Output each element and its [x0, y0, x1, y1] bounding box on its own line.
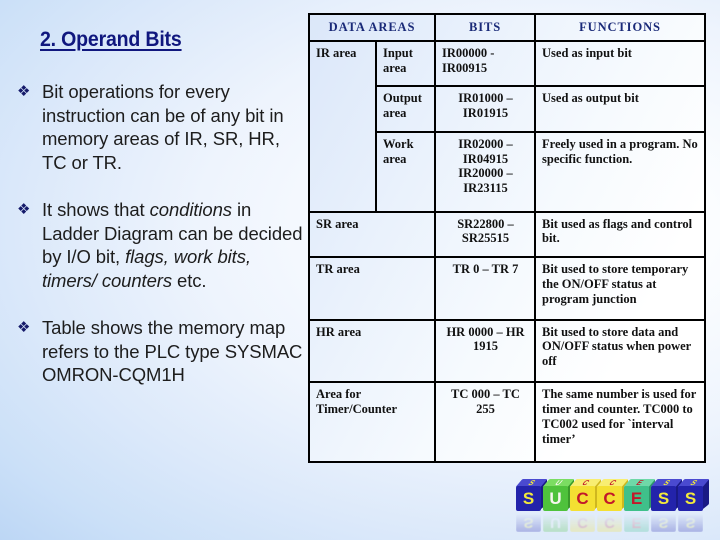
cell-bits: IR00000 - IR00915 — [434, 39, 536, 88]
cell-function: Used as input bit — [534, 39, 706, 88]
column-header-functions: FUNCTIONS — [534, 13, 706, 42]
cell-function: Freely used in a program. No specific fu… — [534, 130, 706, 213]
slide-canvas: 2. Operand Bits ❖ Bit operations for ever… — [0, 0, 720, 540]
column-header-data-areas: DATA AREAS — [308, 13, 436, 42]
bullet-text-run: It shows that — [42, 199, 150, 221]
bullet-text-run: Table shows the memory map refers to the… — [42, 317, 303, 385]
cell-data-area: HR area — [308, 318, 436, 384]
bullet-text-run: conditions — [149, 199, 232, 221]
logo-cube-reflection: S — [651, 513, 676, 532]
bullet-text: Bit operations for every instruction can… — [42, 80, 306, 174]
logo-cube: SSS — [677, 479, 710, 532]
cell-bits: TR 0 – TR 7 — [434, 256, 536, 321]
logo-cube-reflection: S — [678, 513, 703, 532]
table-head: DATA AREAS BITS FUNCTIONS — [308, 13, 706, 42]
column-header-bits: BITS — [434, 13, 536, 42]
logo-cube: UUU — [542, 479, 575, 532]
bullet-diamond-icon: ❖ — [17, 318, 31, 337]
bullet-text: It shows that conditions in Ladder Diagr… — [42, 198, 306, 292]
bullet-text-run: Bit operations for every instruction can… — [42, 81, 284, 173]
cell-bits: HR 0000 – HR 1915 — [434, 318, 536, 384]
page-title: 2. Operand Bits — [40, 28, 182, 51]
table-header-row: DATA AREAS BITS FUNCTIONS — [308, 13, 706, 42]
logo-cube: SSS — [650, 479, 683, 532]
cell-function: Bit used as flags and control bit. — [534, 210, 706, 259]
logo-cube: CCC — [569, 479, 602, 532]
cell-data-area: SR area — [308, 210, 436, 259]
logo-cube: CCC — [596, 479, 629, 532]
logo-cube-reflection: E — [624, 513, 649, 532]
bullet-text-run: etc. — [172, 269, 207, 291]
cell-sub-area: Output area — [375, 85, 436, 133]
cell-function: Bit used to store temporary the ON/OFF s… — [534, 256, 706, 321]
table-row: TR area TR 0 – TR 7 Bit used to store temp… — [308, 256, 706, 321]
table-row: Area for Timer/Counter TC 000 – TC 255 The… — [308, 381, 706, 463]
logo-cube-reflection: C — [570, 513, 595, 532]
cell-bits: SR22800 – SR25515 — [434, 210, 536, 259]
cell-function: Used as output bit — [534, 85, 706, 133]
table-row: HR area HR 0000 – HR 1915 Bit used to stor… — [308, 318, 706, 384]
cell-data-area: TR area — [308, 256, 436, 321]
memory-map-table-container: DATA AREAS BITS FUNCTIONS IR area Input a… — [308, 13, 706, 463]
cell-sub-area: Work area — [375, 130, 436, 213]
cell-sub-area: Input area — [375, 39, 436, 88]
cell-bits: IR02000 – IR04915 IR20000 – IR23115 — [434, 130, 536, 213]
memory-map-table: DATA AREAS BITS FUNCTIONS IR area Input a… — [308, 13, 706, 463]
bullet-diamond-icon: ❖ — [17, 200, 31, 219]
cell-bits: IR01000 – IR01915 — [434, 85, 536, 133]
success-blocks-logo: SSSUUUCCCCCCEEESSSSSS — [515, 474, 712, 536]
logo-cube-reflection: S — [516, 513, 541, 532]
logo-cube-reflection: C — [597, 513, 622, 532]
logo-cube-letter: E — [624, 486, 649, 511]
logo-cube-letter: S — [516, 486, 541, 511]
logo-cube-letter: U — [543, 486, 568, 511]
bullet-memory-map: ❖ Table shows the memory map refers to th… — [14, 316, 306, 386]
logo-cube-letter: S — [651, 486, 676, 511]
table-row: SR area SR22800 – SR25515 Bit used as flag… — [308, 210, 706, 259]
bullet-operand-bits: ❖ Bit operations for every instruction ca… — [14, 80, 306, 174]
logo-cube-letter: S — [678, 486, 703, 511]
bullet-text: Table shows the memory map refers to the… — [42, 316, 306, 386]
bullet-conditions: ❖ It shows that conditions in Ladder Diag… — [14, 198, 306, 292]
cell-function: Bit used to store data and ON/OFF status… — [534, 318, 706, 384]
table-body: IR area Input area IR00000 - IR00915 Used a… — [308, 39, 706, 463]
bullet-list: ❖ Bit operations for every instruction ca… — [14, 80, 306, 386]
logo-cube-letter: C — [570, 486, 595, 511]
logo-cube: EEE — [623, 479, 656, 532]
left-text-column: 2. Operand Bits ❖ Bit operations for ever… — [14, 28, 306, 468]
table-row: IR area Input area IR00000 - IR00915 Used a… — [308, 39, 706, 213]
cell-data-area: Area for Timer/Counter — [308, 381, 436, 463]
logo-cube-reflection: U — [543, 513, 568, 532]
cell-data-area: IR area — [308, 39, 377, 213]
logo-cube: SSS — [515, 479, 548, 532]
bullet-diamond-icon: ❖ — [17, 82, 31, 101]
logo-cube-letter: C — [597, 486, 622, 511]
cell-function: The same number is used for timer and co… — [534, 381, 706, 463]
cell-bits: TC 000 – TC 255 — [434, 381, 536, 463]
